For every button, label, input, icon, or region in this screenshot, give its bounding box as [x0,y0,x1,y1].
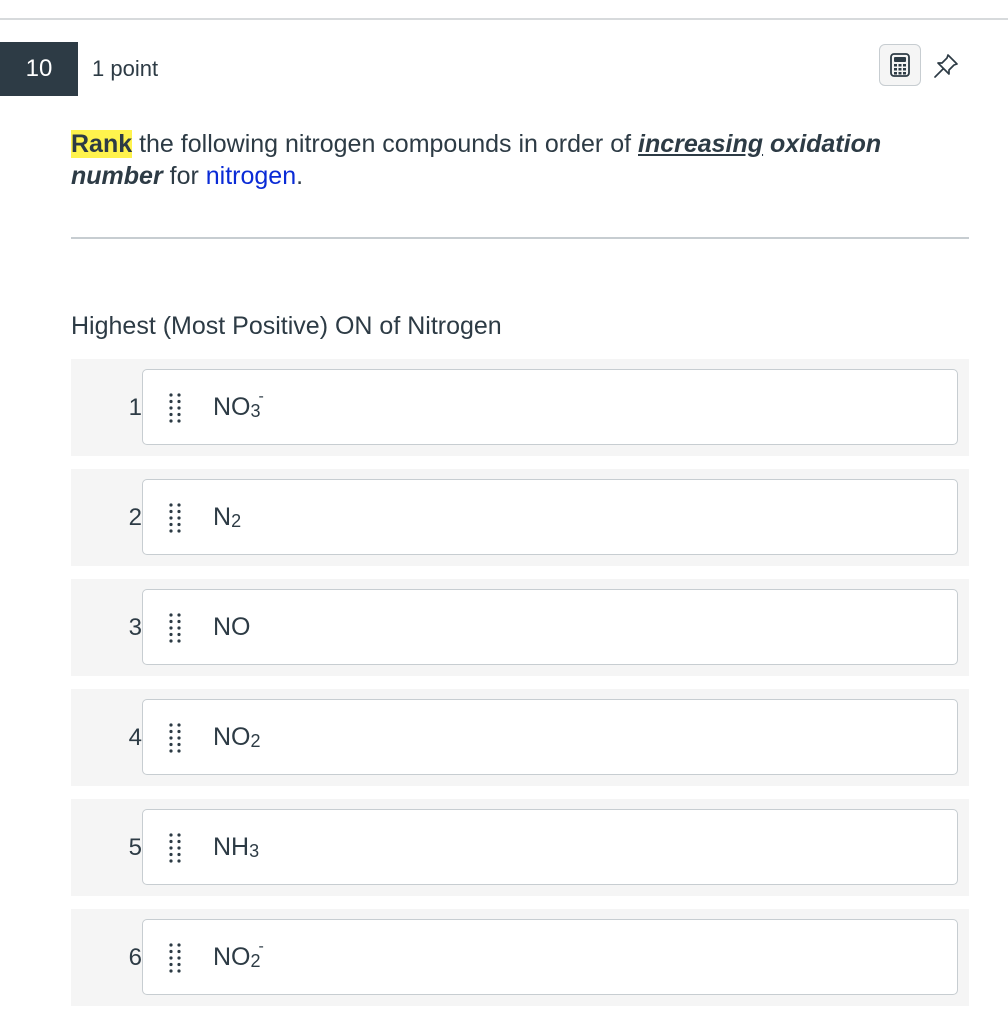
rank-number: 2 [128,503,142,531]
question-number: 10 [25,55,53,82]
rank-slot: 2 N2 [71,469,969,566]
pin-icon [934,54,958,78]
drag-handle-icon[interactable] [167,832,183,864]
calculator-button[interactable] [879,44,921,86]
prompt-text-2: for [162,162,206,190]
rank-slot: 6 NO 2- [71,909,969,1006]
calculator-icon [890,53,910,77]
rank-number: 6 [128,943,142,971]
draggable-item[interactable]: NO 2 [142,699,958,775]
drag-handle-icon[interactable] [167,392,183,424]
question-prompt: Rank the following nitrogen compounds in… [71,128,951,192]
draggable-item[interactable]: N2 [142,479,958,555]
section-divider [71,237,969,239]
prompt-text-1: the following nitrogen compounds in orde… [132,130,638,158]
draggable-item[interactable]: NO 2- [142,919,958,995]
rank-slot: 3 NO [71,579,969,676]
drag-handle-icon[interactable] [167,612,183,644]
rank-slot: 1 NO 3- [71,359,969,456]
top-divider [0,18,1008,20]
compound-formula: NO 2- [213,938,264,971]
compound-formula: NO 3- [213,388,264,421]
prompt-number-word: number [71,162,163,190]
prompt-rank-word: Rank [71,130,133,158]
compound-formula: NO 2 [213,722,261,751]
rank-number: 4 [128,723,142,751]
rank-slot: 5 NH 3 [71,799,969,896]
draggable-item[interactable]: NO [142,589,958,665]
compound-formula: NH 3 [213,832,260,861]
prompt-period: . [296,162,304,190]
compound-formula: NO [213,612,251,641]
rank-number: 1 [128,393,142,421]
question-points: 1 point [92,56,159,81]
drag-handle-icon[interactable] [167,722,183,754]
drag-handle-icon[interactable] [167,502,183,534]
draggable-item[interactable]: NO 3- [142,369,958,445]
drag-handle-icon[interactable] [167,942,183,974]
rank-number: 3 [128,613,142,641]
prompt-nitrogen-word: nitrogen [205,162,297,190]
compound-formula: N2 [213,502,242,531]
question-number-badge: 10 [0,42,78,96]
prompt-oxidation-word: oxidation [770,130,882,158]
rank-heading: Highest (Most Positive) ON of Nitrogen [71,312,502,340]
rank-number: 5 [128,833,142,861]
prompt-increasing-word: increasing [638,130,764,158]
ranking-list: 1 NO 3- 2 N2 3 NO 4 NO 2 5 NH 3 6 NO 2 - [71,359,969,1019]
pin-button[interactable] [930,50,962,82]
rank-slot: 4 NO 2 [71,689,969,786]
draggable-item[interactable]: NH 3 [142,809,958,885]
